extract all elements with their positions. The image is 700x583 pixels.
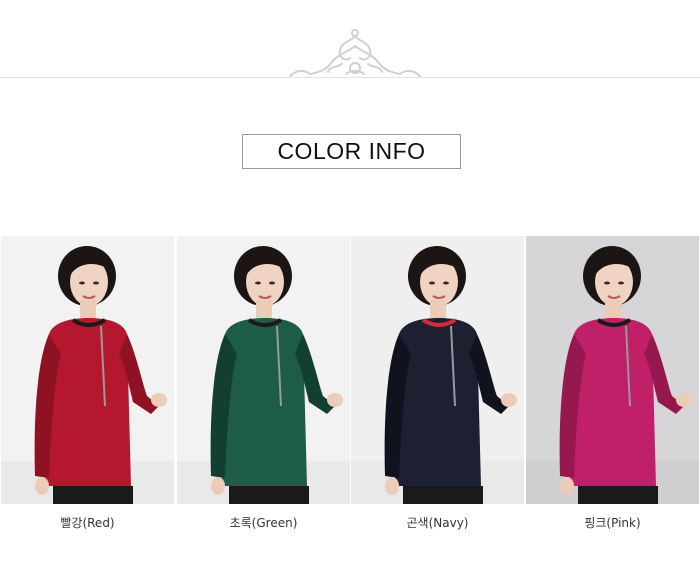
product-photo-green [177, 236, 350, 504]
product-photo-navy [351, 236, 524, 504]
color-caption-navy: 곤색(Navy) [406, 516, 469, 530]
product-photo-red [1, 236, 174, 504]
product-photo-pink [526, 236, 699, 504]
ornament-icon [289, 29, 421, 77]
color-caption-red: 빨강(Red) [60, 516, 115, 530]
color-info-title: COLOR INFO [242, 134, 461, 169]
color-caption-green: 초록(Green) [229, 516, 298, 530]
color-caption-pink: 핑크(Pink) [584, 516, 641, 530]
